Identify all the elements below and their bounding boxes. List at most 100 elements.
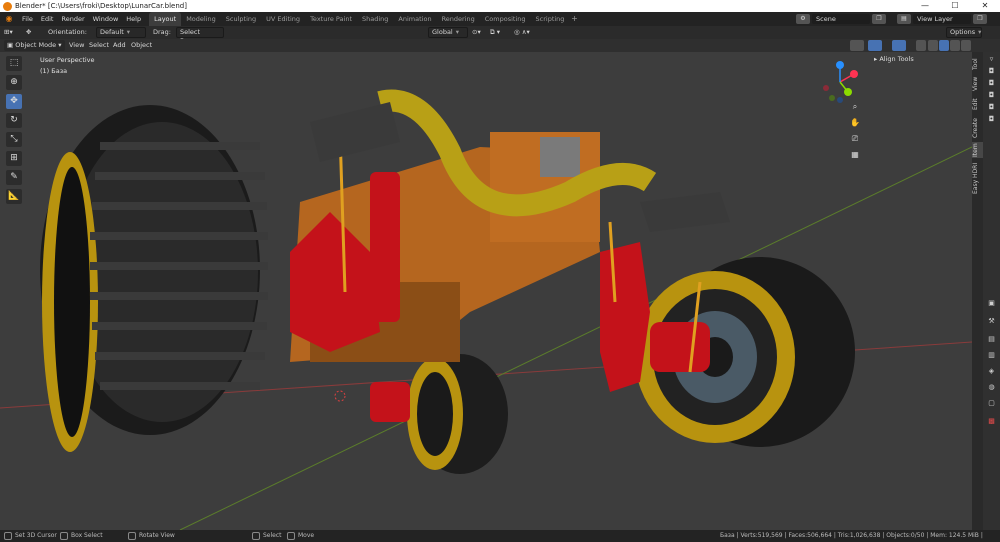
- rotate-tool-icon[interactable]: ↻: [6, 113, 22, 128]
- navigation-gizmo[interactable]: [818, 60, 862, 104]
- scene-selector-icon[interactable]: ⚙: [796, 14, 810, 24]
- menu-file[interactable]: File: [18, 12, 37, 26]
- close-button[interactable]: ✕: [970, 0, 1000, 12]
- new-scene-icon[interactable]: ❐: [872, 14, 886, 24]
- output-properties-icon[interactable]: ▤: [986, 334, 997, 344]
- transform-orientation-value: Global: [432, 28, 453, 36]
- zoom-icon[interactable]: ⌕: [848, 100, 862, 114]
- tab-rendering[interactable]: Rendering: [437, 12, 480, 26]
- tab-layout[interactable]: Layout: [149, 12, 182, 26]
- 3d-cursor-icon: [334, 390, 346, 402]
- mouse-icon: [287, 531, 295, 540]
- tab-scripting[interactable]: Scripting: [531, 12, 570, 26]
- add-menu[interactable]: Add: [110, 40, 129, 51]
- proportional-edit-icon[interactable]: ◎ ∧▾: [514, 27, 530, 38]
- texture-properties-icon[interactable]: ▩: [986, 416, 997, 426]
- cursor-tool-icon[interactable]: ⊕: [6, 75, 22, 90]
- pan-hand-icon[interactable]: ✋: [848, 116, 862, 130]
- view-layer-field[interactable]: View Layer: [913, 14, 971, 24]
- camera-icon[interactable]: ◘: [986, 102, 997, 112]
- tab-shading[interactable]: Shading: [357, 12, 393, 26]
- mouse-icon: [4, 531, 12, 540]
- left-toolbar: ⬚ ⊕ ✥ ↻ ⤡ ⊞ ✎ 📐: [4, 56, 24, 208]
- camera-icon[interactable]: ◘: [986, 78, 997, 88]
- xray-toggle-icon[interactable]: [916, 40, 926, 51]
- npanel-tabs: Tool View Edit Create Item Easy HDRI: [972, 52, 983, 530]
- overlay-toggle-icon[interactable]: [892, 40, 906, 51]
- visibility-icon[interactable]: [850, 40, 864, 51]
- mode-dropdown[interactable]: ▣ Object Mode ▾: [4, 40, 65, 51]
- options-dropdown[interactable]: Options ▾: [946, 27, 982, 38]
- gizmo-z-axis: [836, 61, 844, 69]
- align-tools-label: Align Tools: [879, 55, 914, 63]
- window-titlebar: Blender* [C:\Users\froki\Desktop\LunarCa…: [0, 0, 1000, 12]
- menu-window[interactable]: Window: [89, 12, 123, 26]
- object-properties-icon[interactable]: ▢: [986, 398, 997, 408]
- object-menu[interactable]: Object: [128, 40, 155, 51]
- scene-statistics: База | Verts:519,569 | Faces:506,664 | T…: [720, 532, 983, 539]
- transform-orientation-dropdown[interactable]: Global ▾: [428, 27, 468, 38]
- drag-dropdown[interactable]: Select Box▾: [176, 27, 224, 45]
- annotate-tool-icon[interactable]: ✎: [6, 170, 22, 185]
- view-layer-icon[interactable]: ▤: [897, 14, 911, 24]
- menu-edit[interactable]: Edit: [37, 12, 58, 26]
- status-select: Select: [252, 530, 282, 542]
- tab-edit[interactable]: Edit: [972, 96, 983, 112]
- viewport-scene: [0, 89, 972, 530]
- perspective-toggle-icon[interactable]: ▦: [848, 148, 862, 162]
- wireframe-shading-icon[interactable]: [928, 40, 938, 51]
- material-shading-icon[interactable]: [950, 40, 960, 51]
- select-box-tool-icon[interactable]: ⬚: [6, 56, 22, 71]
- align-tools-header[interactable]: ▸ Align Tools: [874, 55, 914, 63]
- tab-texture-paint[interactable]: Texture Paint: [305, 12, 357, 26]
- orientation-dropdown[interactable]: Default ▾: [96, 27, 146, 38]
- scene-properties-icon[interactable]: ◈: [986, 366, 997, 376]
- snap-icon[interactable]: ⧉ ▾: [490, 27, 500, 38]
- render-properties-icon[interactable]: ⚒: [986, 316, 997, 326]
- tab-uv-editing[interactable]: UV Editing: [261, 12, 305, 26]
- menu-render[interactable]: Render: [57, 12, 88, 26]
- scene-name-field[interactable]: Scene: [812, 14, 870, 24]
- tab-create[interactable]: Create: [972, 116, 983, 140]
- 3d-viewport[interactable]: User Perspective (1) База ⌕ ✋ ⎚ ▦: [0, 52, 972, 530]
- maximize-button[interactable]: ☐: [940, 0, 970, 12]
- tab-view[interactable]: View: [972, 76, 983, 92]
- gizmo-toggle-icon[interactable]: [868, 40, 882, 51]
- tab-sculpting[interactable]: Sculpting: [221, 12, 261, 26]
- window-title: Blender* [C:\Users\froki\Desktop\LunarCa…: [15, 2, 187, 10]
- view-menu[interactable]: View: [66, 40, 87, 51]
- minimize-button[interactable]: —: [910, 0, 940, 12]
- tab-modeling[interactable]: Modeling: [181, 12, 221, 26]
- blender-logo-icon[interactable]: ◉: [3, 14, 15, 24]
- tab-animation[interactable]: Animation: [393, 12, 436, 26]
- tool-properties-icon[interactable]: ▣: [986, 298, 997, 308]
- camera-icon[interactable]: ◘: [986, 66, 997, 76]
- tab-easy-hdri[interactable]: Easy HDRI: [972, 162, 983, 194]
- tab-item[interactable]: Item: [972, 142, 983, 158]
- add-workspace-button[interactable]: +: [569, 12, 579, 26]
- status-set-3d-cursor: Set 3D Cursor: [4, 530, 57, 542]
- move-tool-icon[interactable]: ✥: [6, 94, 22, 109]
- scale-tool-icon[interactable]: ⤡: [6, 132, 22, 147]
- new-view-layer-icon[interactable]: ❐: [973, 14, 987, 24]
- rear-wheel: [407, 354, 508, 474]
- world-properties-icon[interactable]: ◍: [986, 382, 997, 392]
- measure-tool-icon[interactable]: 📐: [6, 189, 22, 204]
- outliner-filter-icon[interactable]: ▿: [986, 54, 997, 64]
- solid-shading-icon[interactable]: [939, 40, 949, 51]
- tab-tool[interactable]: Tool: [972, 56, 983, 72]
- transform-tool-icon[interactable]: ⊞: [6, 151, 22, 166]
- status-bar: Set 3D Cursor Box Select Rotate View Sel…: [0, 530, 1000, 542]
- camera-view-icon[interactable]: ⎚: [848, 132, 862, 146]
- tab-compositing[interactable]: Compositing: [480, 12, 531, 26]
- collection-label: (1) База: [40, 67, 68, 75]
- camera-icon[interactable]: ◘: [986, 90, 997, 100]
- camera-icon[interactable]: ◘: [986, 114, 997, 124]
- rendered-shading-icon[interactable]: [961, 40, 971, 51]
- select-menu[interactable]: Select: [86, 40, 112, 51]
- chevron-down-icon: ▾: [126, 28, 131, 36]
- view-layer-properties-icon[interactable]: ▥: [986, 350, 997, 360]
- menu-help[interactable]: Help: [122, 12, 145, 26]
- pivot-icon[interactable]: ⊙▾: [472, 27, 481, 38]
- editor-type-icon[interactable]: ⊞▾: [4, 27, 13, 38]
